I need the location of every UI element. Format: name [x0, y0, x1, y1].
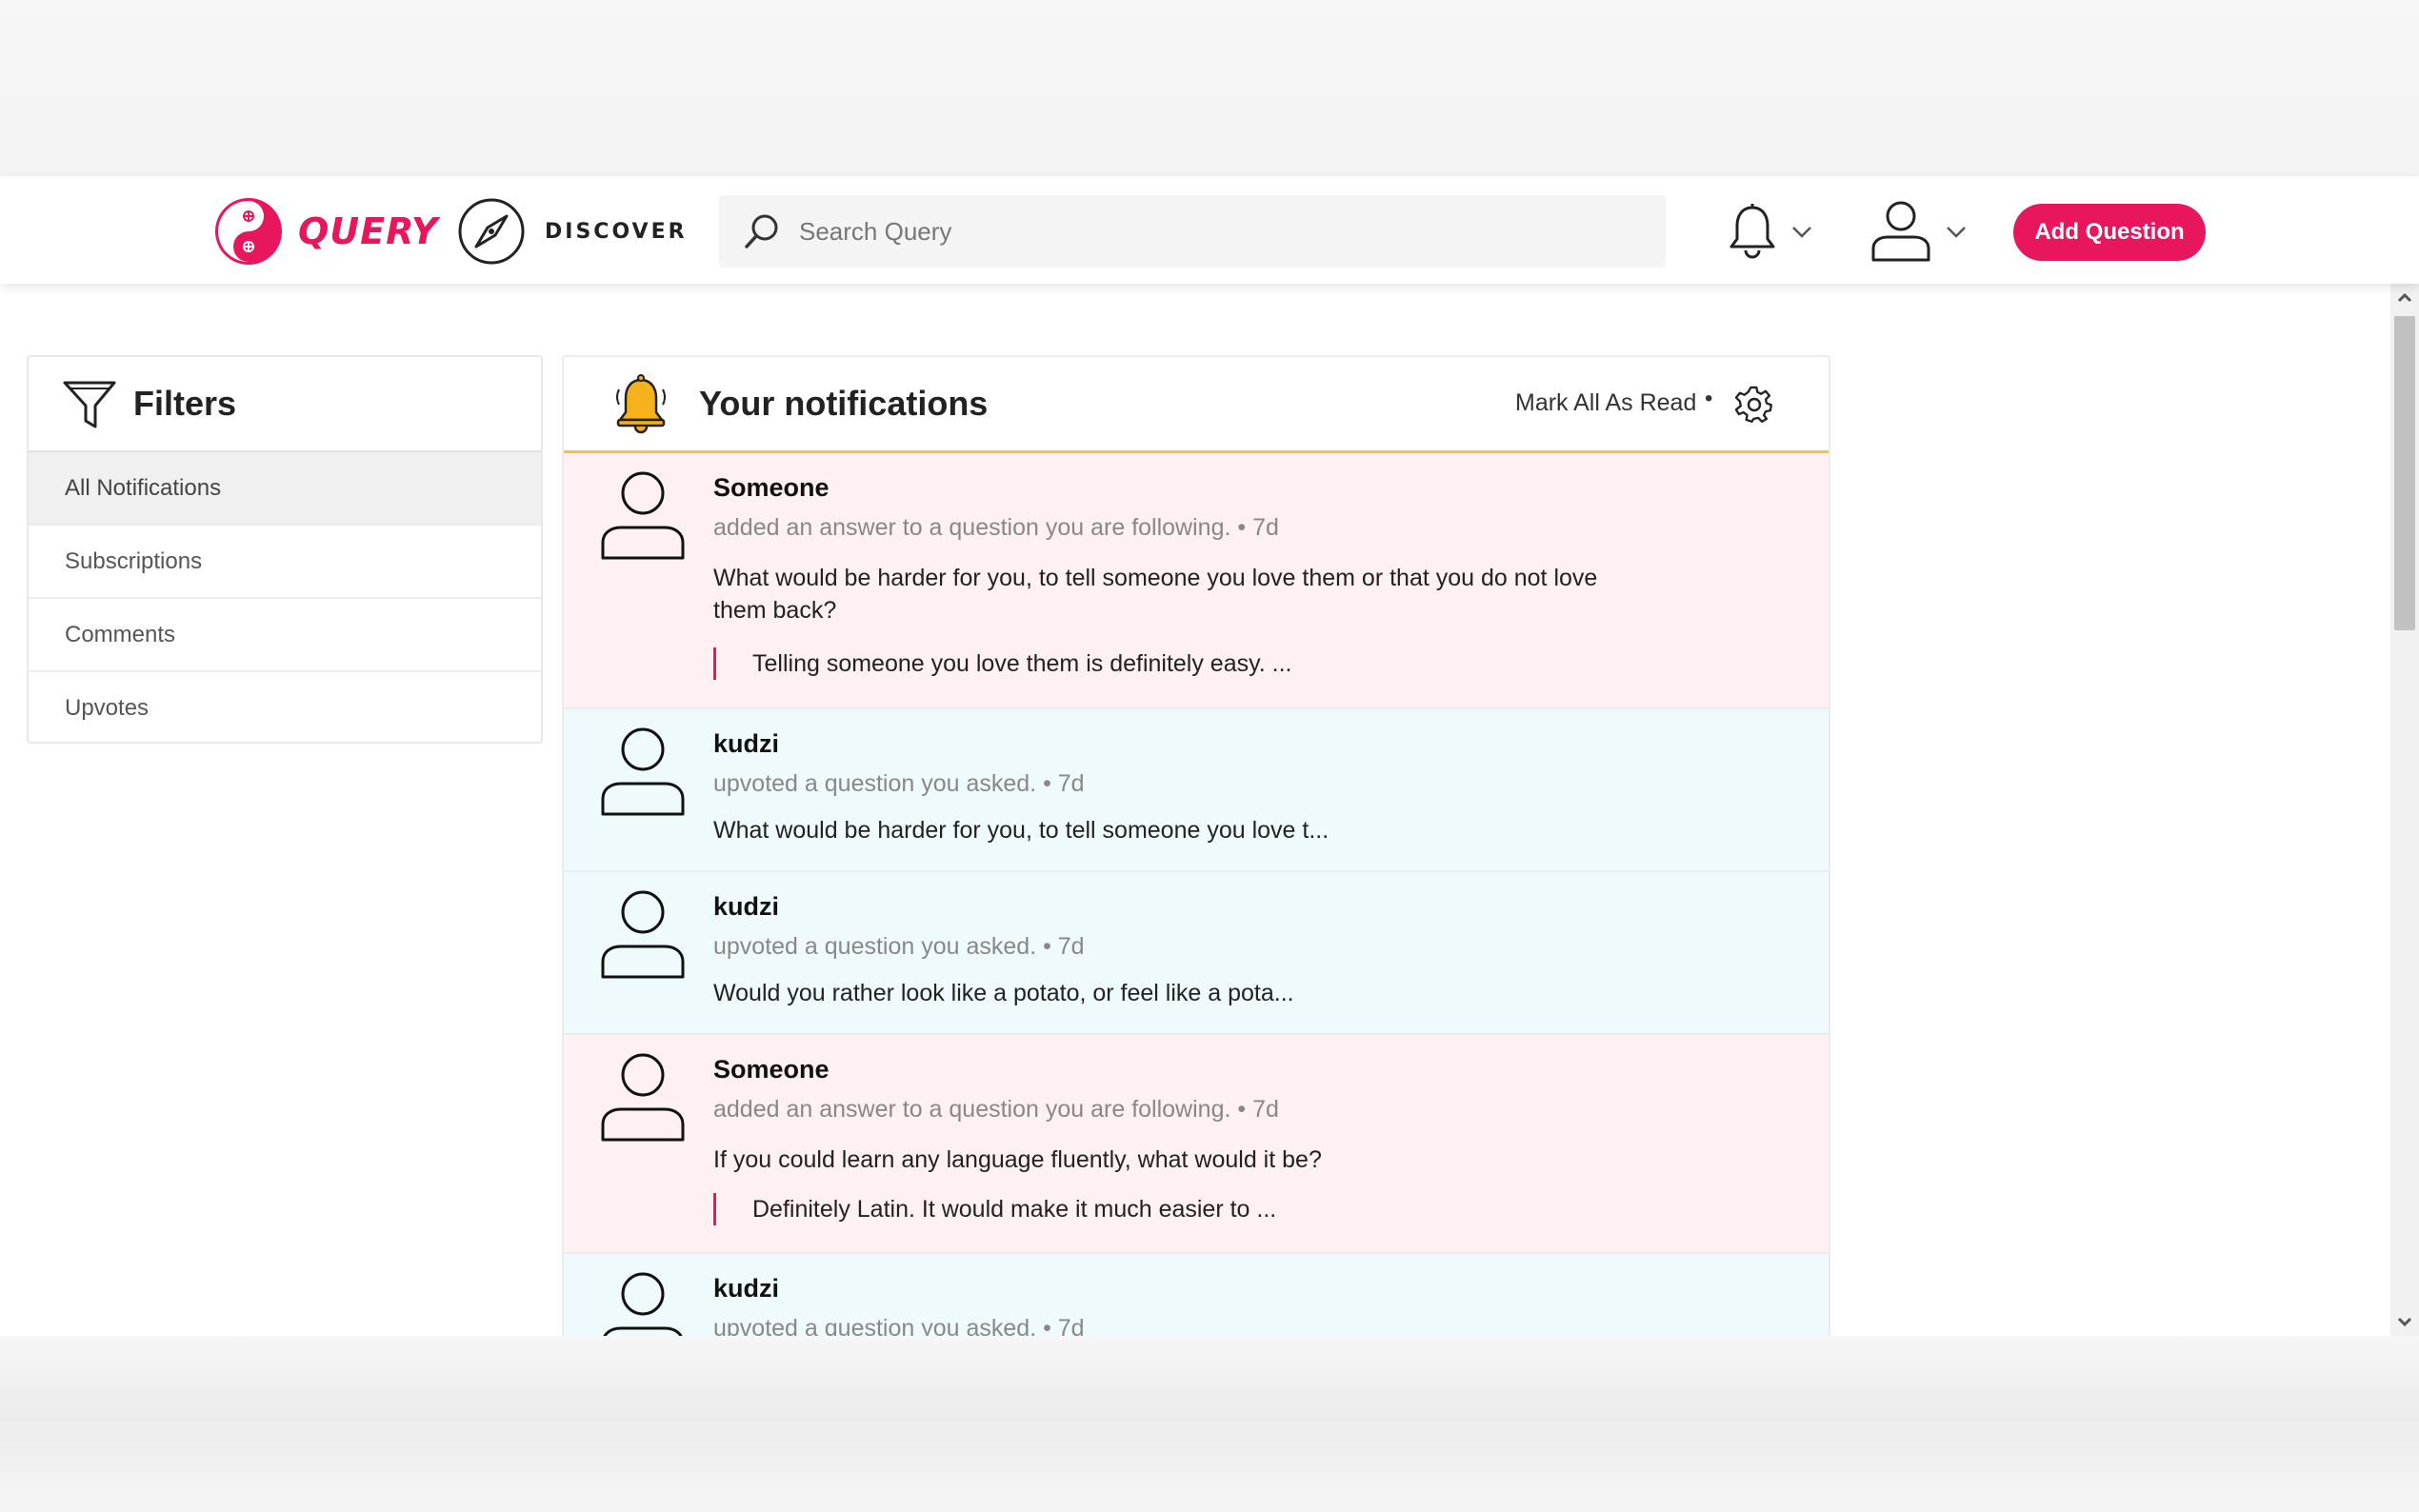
ringing-bell-icon [616, 374, 666, 434]
notification-item[interactable]: Someone added an answer to a question yo… [564, 1035, 1829, 1254]
user-avatar-icon [601, 890, 685, 979]
notification-question[interactable]: What would be harder for you, to tell so… [713, 814, 1637, 846]
discover-link[interactable]: DISCOVER [457, 197, 688, 266]
answer-snippet[interactable]: Telling someone you love them is definit… [713, 647, 1638, 680]
user-avatar-icon [602, 1272, 684, 1338]
notifications-header: Your notifications Mark All As Read • [564, 357, 1829, 453]
chevron-down-icon [1947, 227, 1966, 238]
notification-user[interactable]: kudzi [713, 1273, 1638, 1303]
notification-content: Someone added an answer to a question yo… [713, 472, 1638, 680]
filter-comments[interactable]: Comments [29, 599, 541, 672]
user-avatar-icon [601, 727, 685, 816]
bottom-backdrop [0, 1336, 2419, 1512]
scroll-up-arrow-icon[interactable] [2390, 284, 2419, 312]
filter-subscriptions[interactable]: Subscriptions [29, 526, 541, 599]
notification-action: added an answer to a question you are fo… [713, 514, 1279, 541]
logo-text: QUERY [298, 210, 439, 252]
notification-action: added an answer to a question you are fo… [713, 1096, 1279, 1123]
notification-question[interactable]: If you could learn any language fluently… [713, 1144, 1637, 1176]
search-bar [719, 195, 1666, 268]
notification-content: kudzi upvoted a question you asked. • 7d… [713, 728, 1638, 846]
notification-user[interactable]: Someone [713, 1054, 1638, 1084]
notifications-title: Your notifications [699, 384, 989, 423]
page-scrollbar[interactable] [2390, 284, 2419, 1336]
notification-item[interactable]: kudzi upvoted a question you asked. • 7d [564, 1254, 1829, 1338]
notification-content: Someone added an answer to a question yo… [713, 1054, 1638, 1225]
user-avatar-icon [601, 1053, 685, 1142]
chevron-down-icon [1792, 227, 1811, 238]
mark-all-read-link[interactable]: Mark All As Read [1515, 389, 1696, 417]
notification-action: upvoted a question you asked. • 7d [713, 770, 1085, 797]
add-question-button[interactable]: Add Question [2013, 204, 2206, 261]
scrollbar-thumb[interactable] [2394, 316, 2415, 630]
filters-header: Filters [29, 357, 541, 452]
compass-icon [458, 198, 525, 265]
filters-panel: Filters All Notifications Subscriptions … [27, 355, 543, 744]
notification-action: upvoted a question you asked. • 7d [713, 1315, 1085, 1338]
query-logo-icon [215, 198, 282, 265]
notification-content: kudzi upvoted a question you asked. • 7d… [713, 891, 1638, 1009]
notifications-menu[interactable] [1726, 203, 1815, 260]
notifications-panel: Your notifications Mark All As Read • So… [562, 355, 1830, 1338]
filter-icon [63, 381, 116, 428]
gear-icon[interactable] [1735, 386, 1773, 424]
user-icon [1871, 201, 1930, 262]
notification-user[interactable]: Someone [713, 472, 1638, 503]
filters-title: Filters [133, 384, 237, 423]
notification-question[interactable]: What would be harder for you, to tell so… [713, 562, 1637, 627]
search-icon [745, 214, 778, 249]
query-logo[interactable]: QUERY [212, 195, 438, 268]
user-avatar-icon [601, 471, 685, 560]
scroll-down-arrow-icon[interactable] [2390, 1307, 2419, 1336]
top-backdrop [0, 0, 2419, 176]
notification-item[interactable]: kudzi upvoted a question you asked. • 7d… [564, 872, 1829, 1035]
profile-menu[interactable] [1869, 199, 1969, 264]
notification-user[interactable]: kudzi [713, 728, 1638, 759]
bell-icon [1729, 204, 1775, 259]
filter-upvotes[interactable]: Upvotes [29, 672, 541, 742]
search-input[interactable] [797, 215, 1639, 248]
notification-item[interactable]: kudzi upvoted a question you asked. • 7d… [564, 709, 1829, 872]
notification-question[interactable]: Would you rather look like a potato, or … [713, 977, 1637, 1009]
discover-label: DISCOVER [545, 219, 688, 244]
notification-user[interactable]: kudzi [713, 891, 1638, 922]
top-navbar: QUERY DISCOVER Search Query Add Question [0, 176, 2419, 284]
separator-dot: • [1705, 386, 1713, 411]
answer-snippet[interactable]: Definitely Latin. It would make it much … [713, 1193, 1638, 1225]
notification-item[interactable]: Someone added an answer to a question yo… [564, 453, 1829, 709]
notification-action: upvoted a question you asked. • 7d [713, 933, 1085, 960]
notification-content: kudzi upvoted a question you asked. • 7d [713, 1273, 1638, 1338]
filter-all-notifications[interactable]: All Notifications [29, 452, 541, 526]
